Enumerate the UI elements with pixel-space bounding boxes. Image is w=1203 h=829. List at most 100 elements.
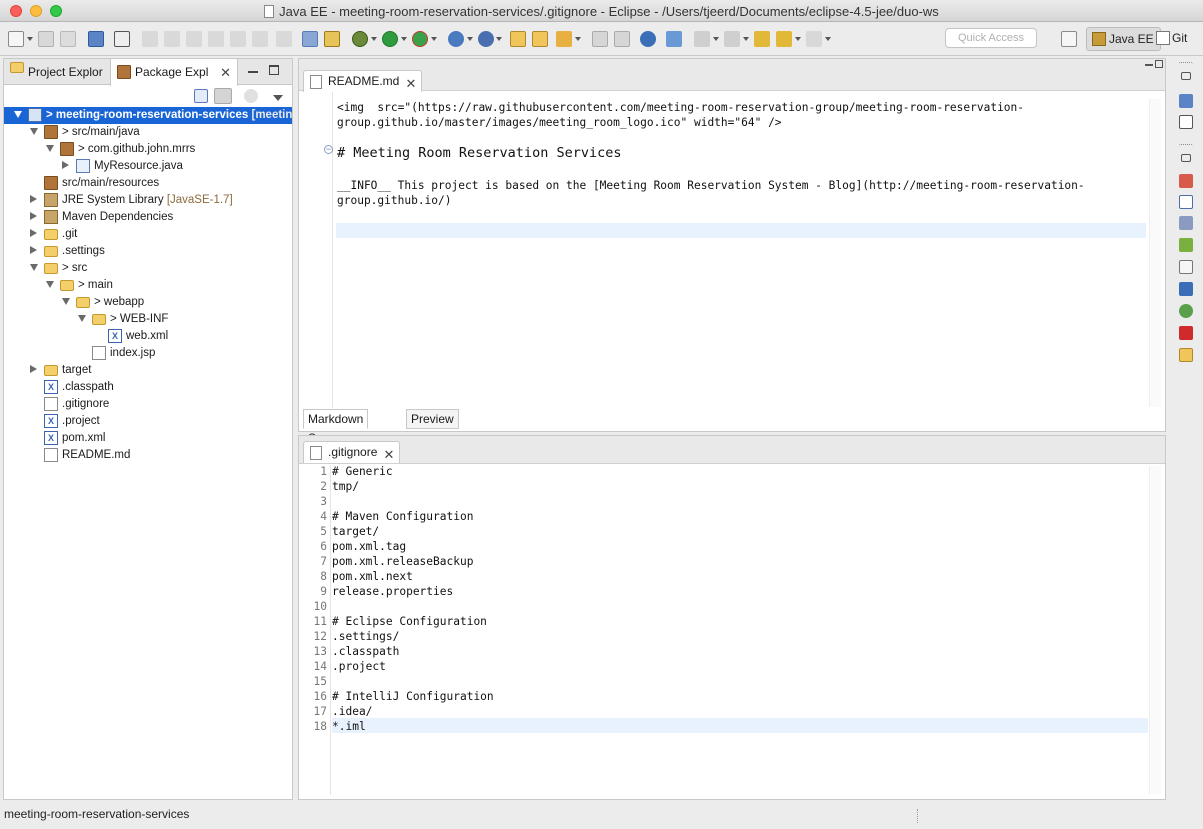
close-icon[interactable]: ✕ bbox=[220, 60, 231, 86]
gitignore-line[interactable]: .classpath bbox=[332, 644, 399, 659]
expand-twisty-closed-icon[interactable] bbox=[62, 161, 69, 169]
tab-preview[interactable]: Preview bbox=[406, 409, 459, 429]
gitignore-line[interactable]: # Eclipse Configuration bbox=[332, 614, 487, 629]
toggle-mark-occurrences-icon[interactable] bbox=[592, 31, 608, 47]
search-results-icon[interactable] bbox=[1179, 348, 1193, 362]
previous-annotation-icon[interactable] bbox=[724, 31, 740, 47]
tree-item[interactable]: > meeting-room-reservation-services [mee… bbox=[4, 107, 292, 124]
print-icon[interactable] bbox=[88, 31, 104, 47]
tree-item[interactable]: index.jsp bbox=[4, 345, 292, 362]
expand-twisty-closed-icon[interactable] bbox=[30, 365, 37, 373]
tab-project-explorer[interactable]: Project Explor bbox=[4, 59, 108, 85]
snippets-icon[interactable] bbox=[1179, 260, 1193, 274]
tree-item[interactable]: Xpom.xml bbox=[4, 430, 292, 447]
tree-item[interactable]: > src/main/java bbox=[4, 124, 292, 141]
step-over-icon[interactable] bbox=[252, 31, 268, 47]
junit-icon[interactable] bbox=[1179, 326, 1193, 340]
new-dropdown-caret[interactable] bbox=[27, 37, 33, 41]
resume-icon[interactable] bbox=[142, 31, 158, 47]
expand-twisty-open-icon[interactable] bbox=[30, 128, 38, 135]
show-whitespace-icon[interactable] bbox=[614, 31, 630, 47]
tab-package-explorer[interactable]: Package Expl ✕ bbox=[110, 59, 238, 86]
new-server-icon[interactable] bbox=[448, 31, 464, 47]
expand-twisty-open-icon[interactable] bbox=[30, 264, 38, 271]
new-web-service-icon[interactable] bbox=[478, 31, 494, 47]
readme-line-6[interactable]: __INFO__ This project is based on the [M… bbox=[337, 178, 1085, 193]
expand-twisty-open-icon[interactable] bbox=[46, 281, 54, 288]
expand-twisty-closed-icon[interactable] bbox=[30, 212, 37, 220]
expand-twisty-closed-icon[interactable] bbox=[30, 246, 37, 254]
save-all-icon[interactable] bbox=[60, 31, 76, 47]
expand-twisty-closed-icon[interactable] bbox=[30, 229, 37, 237]
link-with-editor-icon[interactable] bbox=[214, 88, 232, 104]
tree-item[interactable]: X .project bbox=[4, 413, 292, 430]
gitignore-line[interactable]: .settings/ bbox=[332, 629, 399, 644]
step-return-icon[interactable] bbox=[276, 31, 292, 47]
task-icon[interactable] bbox=[324, 31, 340, 47]
tree-item[interactable]: src/main/resources bbox=[4, 175, 292, 192]
tree-item[interactable]: > main bbox=[4, 277, 292, 294]
markers-icon[interactable] bbox=[1179, 174, 1193, 188]
expand-twisty-open-icon[interactable] bbox=[46, 145, 54, 152]
gitignore-line[interactable]: .project bbox=[332, 659, 386, 674]
forward-arrow-icon[interactable] bbox=[806, 31, 822, 47]
tree-item[interactable]: JRE System Library [JavaSE-1.7] bbox=[4, 192, 292, 209]
close-icon[interactable]: ✕ bbox=[383, 444, 394, 465]
focus-active-task-icon[interactable] bbox=[244, 89, 258, 103]
collapse-all-icon[interactable] bbox=[194, 89, 208, 103]
properties-icon[interactable] bbox=[1179, 195, 1193, 209]
back-arrow-icon[interactable] bbox=[776, 31, 792, 47]
expand-twisty-open-icon[interactable] bbox=[14, 111, 22, 118]
run-server-icon[interactable] bbox=[412, 31, 428, 47]
maximize-editor-icon[interactable] bbox=[1155, 60, 1163, 68]
servers-icon[interactable] bbox=[1179, 216, 1193, 230]
readme-vertical-scrollbar[interactable] bbox=[1149, 99, 1161, 407]
tree-item[interactable]: > com.github.john.mrrs bbox=[4, 141, 292, 158]
run-icon[interactable] bbox=[382, 31, 398, 47]
restore-icon[interactable] bbox=[1181, 154, 1191, 162]
tree-item[interactable]: X .classpath bbox=[4, 379, 292, 396]
gitignore-line[interactable]: release.properties bbox=[332, 584, 453, 599]
tree-item[interactable]: README.md bbox=[4, 447, 292, 464]
task-list-icon[interactable] bbox=[1179, 115, 1193, 129]
readme-line-7[interactable]: group.github.io/) bbox=[337, 193, 452, 208]
fold-collapse-icon[interactable]: − bbox=[324, 145, 333, 154]
tree-item[interactable]: .settings bbox=[4, 243, 292, 260]
debug-icon[interactable] bbox=[352, 31, 368, 47]
git-staging-icon[interactable] bbox=[1179, 304, 1193, 318]
gitignore-line[interactable]: # IntelliJ Configuration bbox=[332, 689, 494, 704]
tab-gitignore[interactable]: .gitignore ✕ bbox=[303, 441, 401, 465]
terminate-icon[interactable] bbox=[186, 31, 202, 47]
gitignore-line[interactable]: pom.xml.tag bbox=[332, 539, 406, 554]
search-dropdown-caret[interactable] bbox=[575, 37, 581, 41]
next-annotation-icon[interactable] bbox=[694, 31, 710, 47]
web-service-dropdown-caret[interactable] bbox=[496, 37, 502, 41]
back-dropdown-caret[interactable] bbox=[795, 37, 801, 41]
perspective-java-ee[interactable]: Java EE bbox=[1086, 27, 1161, 51]
tree-item[interactable]: Xweb.xml bbox=[4, 328, 292, 345]
console-icon[interactable] bbox=[1179, 282, 1193, 296]
step-into-icon[interactable] bbox=[230, 31, 246, 47]
gitignore-line[interactable]: # Maven Configuration bbox=[332, 509, 473, 524]
open-type-icon[interactable] bbox=[510, 31, 526, 47]
tree-item[interactable]: > src bbox=[4, 260, 292, 277]
suspend-icon[interactable] bbox=[164, 31, 180, 47]
tree-item[interactable]: .gitignore bbox=[4, 396, 292, 413]
new-icon[interactable] bbox=[8, 31, 24, 47]
open-perspective-icon[interactable] bbox=[1061, 31, 1077, 47]
new-server-dropdown-caret[interactable] bbox=[467, 37, 473, 41]
browser-globe-icon[interactable] bbox=[640, 31, 656, 47]
readme-line-2[interactable]: group.github.io/master/images/meeting_ro… bbox=[337, 115, 782, 130]
last-edit-location-icon[interactable] bbox=[754, 31, 770, 47]
disconnect-icon[interactable] bbox=[208, 31, 224, 47]
search-wand-icon[interactable] bbox=[556, 31, 572, 47]
tab-readme-md[interactable]: README.md ✕ bbox=[303, 70, 423, 92]
tab-markdown-source[interactable]: Markdown Source bbox=[303, 409, 369, 445]
gitignore-line[interactable]: target/ bbox=[332, 524, 379, 539]
tree-item[interactable]: > webapp bbox=[4, 294, 292, 311]
perspective-git[interactable]: Git bbox=[1152, 27, 1193, 51]
restore-icon[interactable] bbox=[1181, 72, 1191, 80]
gitignore-line[interactable]: pom.xml.next bbox=[332, 569, 413, 584]
gitignore-line[interactable]: .idea/ bbox=[332, 704, 372, 719]
outline-icon[interactable] bbox=[1179, 94, 1193, 108]
